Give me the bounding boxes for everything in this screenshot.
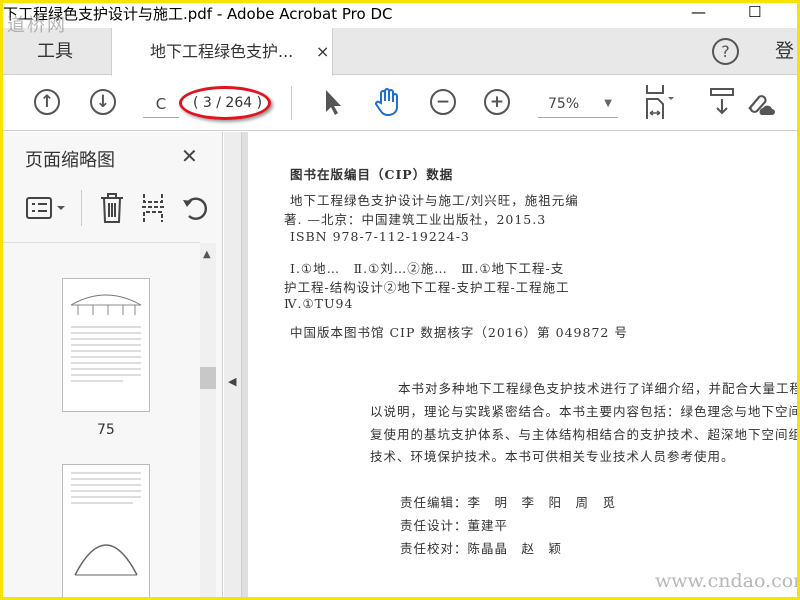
cip-line: ISBN 978-7-112-19224-3: [290, 229, 470, 244]
subject-line: Ⅰ.①地… Ⅱ.①刘…②施… Ⅲ.①地下工程-支: [290, 261, 565, 276]
share-link-icon[interactable]: [743, 86, 775, 118]
arrow-down-icon: ↓: [90, 89, 116, 115]
tab-document[interactable]: 地下工程绿色支护... ×: [111, 28, 333, 76]
document-viewer: 图书在版编目（CIP）数据 地下工程绿色支护设计与施工/刘兴旺，施祖元编 著. …: [242, 132, 797, 597]
zoom-select[interactable]: 75% ▼: [538, 90, 618, 118]
credit-line: 责任编辑：李 明 李 阳 周 觅: [400, 495, 617, 510]
cip-line: 地下工程绿色支护设计与施工/刘兴旺，施祖元编: [290, 193, 579, 208]
cip-line: 著. —北京：中国建筑工业出版社，2015.3: [284, 212, 547, 227]
collapse-arrow-icon[interactable]: ◀: [228, 375, 236, 388]
credit-line: 责任校对：陈晶晶 赵 颖: [400, 541, 563, 556]
page-thumbnail[interactable]: [62, 278, 150, 412]
page-number-input[interactable]: C: [143, 90, 179, 118]
scrollbar-thumb[interactable]: [200, 367, 216, 389]
close-tab-icon[interactable]: ×: [316, 28, 329, 75]
help-icon[interactable]: ?: [712, 38, 739, 65]
page-thumbnail[interactable]: [62, 464, 150, 597]
scroll-up-icon[interactable]: ▲: [203, 249, 211, 260]
minus-icon: −: [430, 89, 456, 115]
previous-page-button[interactable]: ↑: [31, 86, 63, 118]
zoom-value: 75%: [548, 96, 580, 112]
subject-line: 护工程-结构设计②地下工程-支护工程-工程施工: [284, 280, 570, 295]
maximize-button[interactable]: ☐: [748, 3, 761, 21]
thumbnail-options-button[interactable]: [25, 194, 69, 224]
cip-number: 中国版本图书馆 CIP 数据核字（2016）第 049872 号: [290, 325, 628, 340]
pdf-page: 图书在版编目（CIP）数据 地下工程绿色支护设计与施工/刘兴旺，施祖元编 著. …: [248, 132, 797, 597]
zoom-out-button[interactable]: −: [427, 86, 459, 118]
delete-page-icon[interactable]: [99, 192, 125, 228]
divider: [81, 190, 82, 226]
next-page-button[interactable]: ↓: [87, 86, 119, 118]
thumbnail-label: 75: [97, 422, 115, 438]
zoom-in-button[interactable]: +: [481, 86, 513, 118]
summary-line: 复使用的基坑支护体系、与主体结构相结合的支护技术、超深地下空间组合支: [370, 427, 797, 442]
arrow-up-icon: ↑: [34, 89, 60, 115]
login-button[interactable]: 登: [775, 28, 794, 75]
summary-line: 技术、环境保护技术。本书可供相关专业技术人员参考使用。: [370, 449, 735, 464]
plus-icon: +: [484, 89, 510, 115]
chevron-down-icon: ▼: [604, 98, 612, 109]
cip-title: 图书在版编目（CIP）数据: [290, 167, 454, 182]
divider: [3, 242, 200, 243]
fit-page-button[interactable]: [643, 85, 675, 119]
insert-page-icon[interactable]: [141, 192, 167, 228]
tab-bar: 工具 地下工程绿色支护... × ? 登: [3, 28, 797, 76]
minimize-button[interactable]: —: [691, 3, 706, 21]
thumbnails-panel: 页面缩略图 ✕ 75 ▲: [3, 132, 223, 597]
subject-line: Ⅳ.①TU94: [284, 296, 354, 311]
divider: [291, 86, 292, 120]
panel-title: 页面缩略图: [25, 150, 115, 171]
watermark-bottom: www.cndao.com: [655, 570, 797, 592]
toolbar: ↑ ↓ C ( 3 / 264 ) − + 75% ▼: [3, 76, 797, 131]
rotate-page-icon[interactable]: [181, 194, 211, 228]
hand-tool-icon[interactable]: [371, 86, 403, 118]
collapse-panel-strip[interactable]: ◀: [224, 132, 242, 597]
watermark-top: 道桥网: [7, 15, 67, 36]
thumbnail-scrollbar[interactable]: ▲: [200, 243, 216, 597]
title-bar: 下工程绿色支护设计与施工.pdf - Adobe Acrobat Pro DC …: [3, 3, 797, 28]
download-icon[interactable]: [706, 86, 738, 118]
summary-line: 以说明，理论与实践紧密结合。本书主要内容包括：绿色理念与地下空间、可: [370, 404, 797, 419]
close-panel-icon[interactable]: ✕: [181, 144, 198, 168]
red-annotation-ellipse: [179, 86, 271, 120]
select-tool-icon[interactable]: [317, 86, 349, 118]
tab-document-label: 地下工程绿色支护...: [150, 42, 294, 61]
summary-line: 本书对多种地下工程绿色支护技术进行了详细介绍，并配合大量工程实例: [398, 381, 797, 396]
credit-line: 责任设计：董建平: [400, 518, 509, 533]
